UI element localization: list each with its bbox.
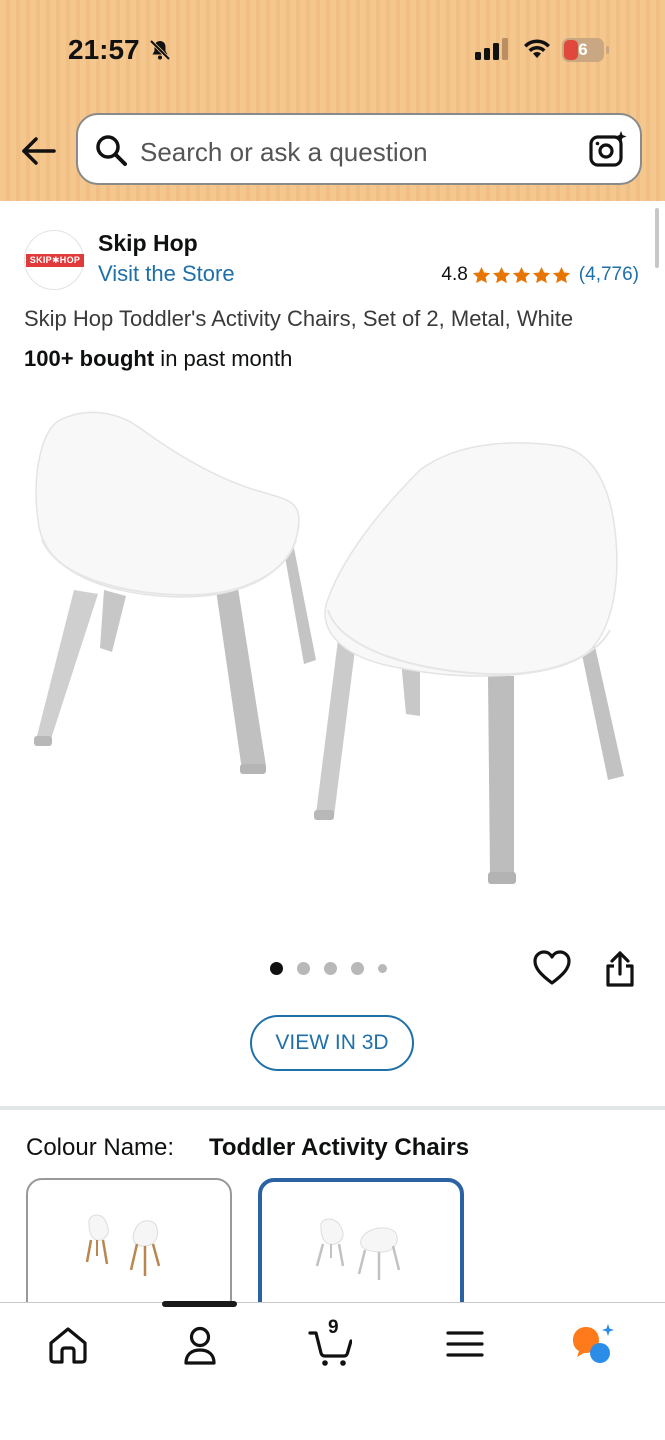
rating-summary[interactable]: 4.8 (4,776)	[441, 264, 639, 286]
image-carousel-dots[interactable]	[270, 962, 387, 975]
colour-swatch-wood[interactable]	[26, 1178, 232, 1318]
brand-logo-text: SKIP✱HOP	[26, 254, 84, 267]
star-icon	[552, 266, 570, 283]
battery-level: 6	[578, 40, 588, 59]
product-image[interactable]	[20, 390, 645, 910]
bought-suffix: in past month	[154, 346, 293, 371]
brand-name[interactable]: Skip Hop	[98, 230, 198, 257]
carousel-dot[interactable]	[270, 962, 283, 975]
cellular-signal-icon	[475, 38, 508, 60]
carousel-dot[interactable]	[351, 962, 364, 975]
brand-logo[interactable]: SKIP✱HOP	[24, 230, 84, 290]
status-time: 21:57	[68, 34, 140, 65]
camera-search-icon[interactable]	[588, 129, 628, 169]
profile-icon[interactable]	[178, 1323, 222, 1367]
ai-assistant-icon[interactable]	[570, 1323, 614, 1367]
carousel-dot[interactable]	[378, 964, 387, 973]
colour-name-label: Colour Name:	[26, 1134, 175, 1161]
carousel-dot[interactable]	[324, 962, 337, 975]
carousel-dot[interactable]	[297, 962, 310, 975]
battery-indicator: 6	[562, 38, 610, 62]
wifi-icon	[524, 39, 550, 58]
active-tab-indicator	[162, 1301, 237, 1307]
share-icon[interactable]	[602, 948, 638, 988]
heart-icon[interactable]	[532, 948, 572, 988]
star-icon	[532, 266, 550, 283]
swatch-image	[85, 1214, 161, 1276]
search-bar[interactable]: Search or ask a question	[76, 113, 642, 185]
star-rating	[472, 266, 571, 285]
search-input[interactable]: Search or ask a question	[140, 137, 428, 168]
colour-swatch-metal[interactable]	[258, 1178, 464, 1318]
swatch-image	[315, 1218, 401, 1280]
section-divider	[0, 1106, 665, 1110]
cart-count: 9	[328, 1317, 339, 1338]
bought-in-past-month: 100+ bought in past month	[24, 346, 292, 372]
status-bar: 21:57 6	[0, 0, 665, 100]
home-icon[interactable]	[46, 1323, 90, 1367]
search-icon	[96, 135, 127, 166]
bell-muted-icon	[149, 39, 171, 61]
view-in-3d-button[interactable]: VIEW IN 3D	[250, 1015, 414, 1071]
product-title: Skip Hop Toddler's Activity Chairs, Set …	[24, 306, 574, 331]
star-icon	[492, 266, 510, 283]
star-icon	[512, 266, 530, 283]
back-arrow-icon[interactable]	[20, 132, 58, 170]
rating-value: 4.8	[441, 264, 468, 285]
scrollbar[interactable]	[655, 208, 659, 268]
bought-count: 100+ bought	[24, 346, 155, 371]
star-icon	[472, 266, 490, 283]
colour-name-value: Toddler Activity Chairs	[209, 1134, 470, 1161]
visit-store-link[interactable]: Visit the Store	[98, 261, 235, 287]
bottom-navigation: 9	[0, 1302, 665, 1440]
menu-icon[interactable]	[444, 1323, 488, 1367]
rating-count[interactable]: (4,776)	[579, 264, 639, 286]
